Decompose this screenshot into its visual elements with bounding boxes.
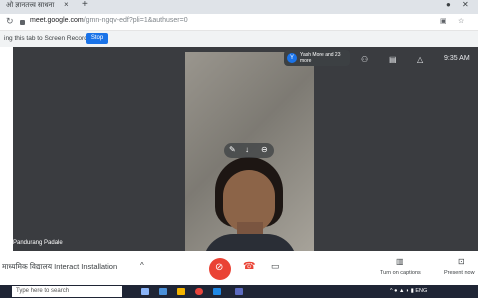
tab-close-icon[interactable]: × (64, 0, 69, 9)
language-indicator: ENG (415, 288, 428, 294)
folder-icon[interactable] (177, 288, 185, 295)
tab-title[interactable]: ओ ज्ञानतत्त्व साधना (6, 1, 54, 10)
sharing-notification-bar: ing this tab to Screen Recorder Stop (0, 31, 478, 47)
meeting-title[interactable]: माध्यमिक विद्यालय Interact Installation (2, 262, 117, 272)
captions-label[interactable]: Turn on captions (380, 270, 421, 276)
file-explorer-icon[interactable] (159, 288, 167, 295)
browser-tab-strip: ओ ज्ञानतत्त्व साधना × + ● ✕ (0, 0, 478, 14)
taskbar-search-input[interactable]: Type here to search (12, 286, 122, 297)
meet-control-bar: माध्यमिक विद्यालय Interact Installation … (0, 251, 478, 285)
presenter-name: Pandurang Padale (13, 240, 63, 246)
remove-icon[interactable]: ⊖ (261, 145, 268, 154)
pin-icon[interactable]: ✎ (229, 145, 236, 154)
chrome-icon[interactable] (195, 288, 203, 295)
url-domain: meet.google.com (30, 17, 84, 24)
edge-icon[interactable] (213, 288, 221, 295)
bookmark-star-icon[interactable]: ☆ (458, 17, 464, 25)
clock: 9:35 AM (444, 55, 470, 62)
system-tray[interactable]: ^ ● ▲ ◗ ▮ ENG (390, 288, 427, 294)
reload-icon[interactable]: ↻ (6, 16, 14, 27)
present-icon[interactable]: ⊡ (458, 257, 465, 266)
chat-icon[interactable]: ▤ (389, 55, 397, 64)
task-view-icon[interactable] (141, 288, 149, 295)
captions-icon[interactable]: ▥ (396, 257, 404, 266)
activities-icon[interactable]: △ (417, 55, 423, 64)
lock-icon (20, 20, 25, 25)
camera-permission-icon[interactable]: ▣ (440, 17, 447, 25)
sharing-text: ing this tab to Screen Recorder (4, 35, 94, 42)
search-placeholder: Type here to search (16, 288, 70, 294)
present-label[interactable]: Present now (444, 270, 475, 276)
chevron-up-icon[interactable]: ^ (140, 261, 144, 270)
close-window-icon[interactable]: ✕ (462, 0, 469, 9)
download-icon[interactable]: ↓ (245, 145, 249, 154)
app-icon[interactable] (235, 288, 243, 295)
avatar: Y (287, 53, 297, 63)
mic-off-button[interactable]: ⊘ (209, 258, 231, 280)
hangup-icon[interactable]: ☎ (243, 261, 255, 272)
mic-off-icon: ⊘ (215, 262, 224, 273)
tile-overlay-controls: ✎ ↓ ⊖ (224, 143, 274, 158)
profile-icon[interactable]: ● (446, 0, 451, 9)
address-bar: ↻ meet.google.com/gmn-ngqv-edf?pli=1&aut… (0, 14, 478, 31)
participant-chip[interactable]: Y Yash More and 23 more (284, 50, 350, 66)
windows-taskbar: Type here to search ^ ● ▲ ◗ ▮ ENG (0, 285, 478, 298)
camera-icon[interactable]: ▭ (271, 261, 280, 272)
people-icon[interactable]: ⚇ (361, 55, 368, 64)
url-path: /gmn-ngqv-edf?pli=1&authuser=0 (83, 17, 188, 24)
url-field[interactable]: meet.google.com/gmn-ngqv-edf?pli=1&authu… (30, 17, 188, 24)
participant-chip-text: Yash More and 23 more (300, 52, 341, 64)
new-tab-icon[interactable]: + (82, 0, 88, 10)
stop-sharing-button[interactable]: Stop (86, 33, 108, 44)
